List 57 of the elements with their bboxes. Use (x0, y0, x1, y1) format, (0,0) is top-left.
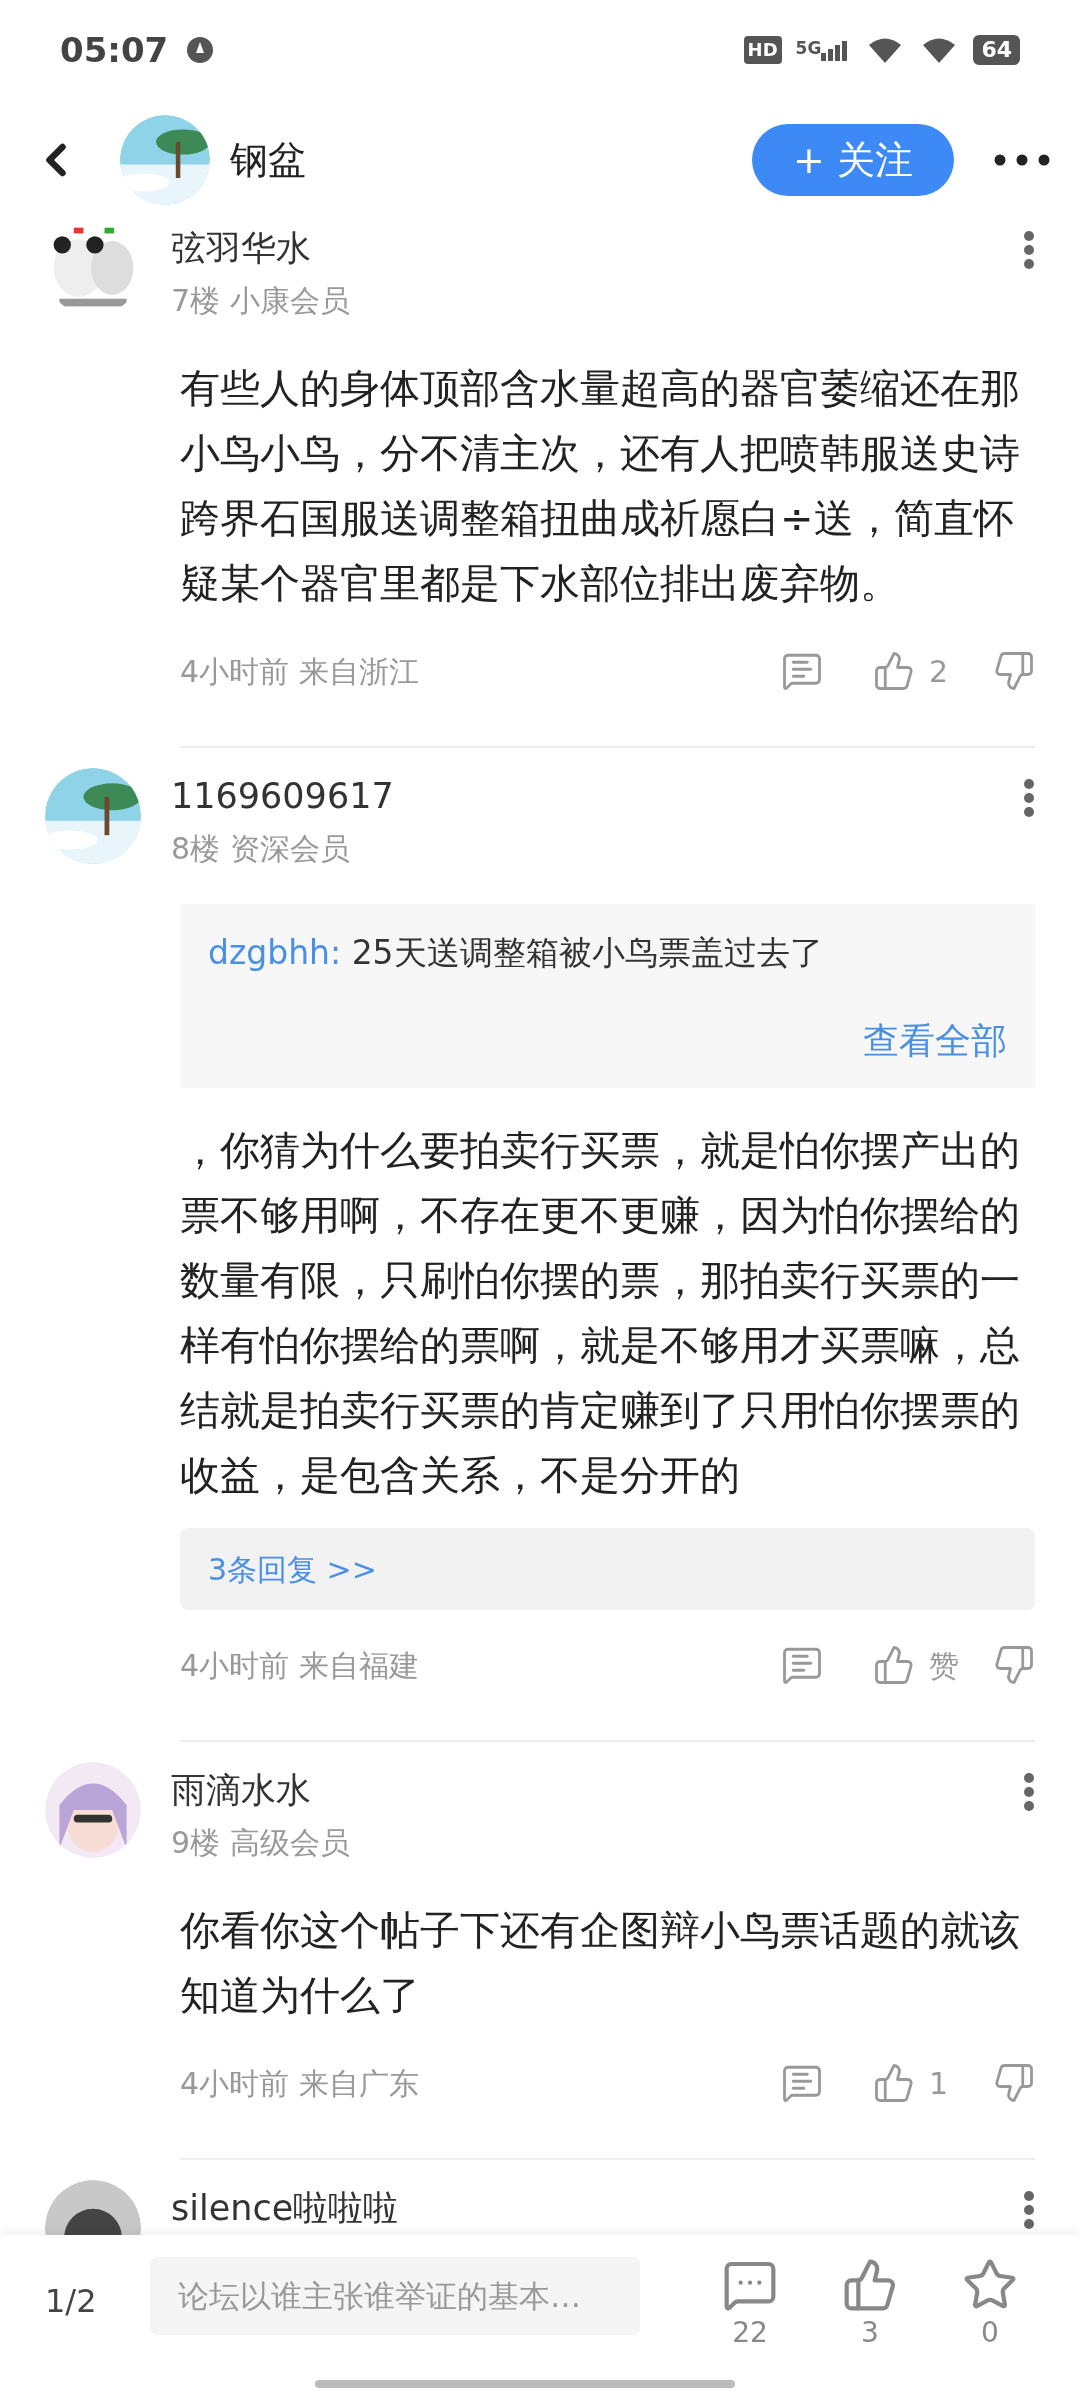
more-button[interactable] (994, 154, 1050, 166)
page-indicator[interactable]: 1/2 (45, 2277, 150, 2325)
author-name[interactable]: 雨滴水水 (171, 1762, 1023, 1818)
comment-text: 有些人的身体顶部含水量超高的器官萎缩还在那小鸟小鸟，分不清主次，还有人把喷韩服送史诗跨界石国服送调整箱扭曲成祈愿白÷送，简直怀疑某个器官里都是下水部位排出废弃物。 (180, 364, 1021, 608)
post-location: 来自福建 (299, 1646, 420, 1685)
view-all-link[interactable]: 查看全部 (863, 1016, 1007, 1066)
like-button[interactable]: 赞 (873, 1642, 983, 1688)
author-name[interactable]: 弦羽华水 (171, 220, 1023, 276)
replies-link[interactable]: 3条回复 >> (180, 1528, 1035, 1610)
quoted-user[interactable]: dzgbhh: (208, 933, 342, 972)
quoted-text: 25天送调整箱被小鸟票盖过去了 (351, 933, 823, 972)
thumbs-down-icon (993, 2062, 1035, 2104)
more-icon (994, 154, 1050, 166)
more-icon (1023, 230, 1035, 270)
thumbs-up-icon (873, 1644, 915, 1686)
more-icon (1023, 1772, 1035, 1812)
hd-icon: HD (743, 36, 782, 64)
author-name[interactable]: silence啦啦啦 (171, 2180, 1023, 2235)
dislike-button[interactable] (993, 1644, 1035, 1686)
comments-button[interactable]: 22 (705, 2257, 795, 2353)
member-rank: 资深会员 (230, 830, 351, 868)
floor-number: 9楼 (171, 1824, 221, 1862)
comment-input[interactable]: 论坛以谁主张谁举证的基本… (150, 2257, 640, 2335)
like-button[interactable]: 1 (873, 2060, 983, 2106)
signal-icon (821, 39, 850, 61)
member-rank: 高级会员 (230, 1824, 351, 1862)
floor-number: 8楼 (171, 830, 221, 868)
author-name[interactable]: 1169609617 (171, 768, 1023, 824)
thumbs-up-icon (842, 2257, 898, 2313)
thumbs-up-icon (873, 2062, 915, 2104)
thumbs-down-icon (993, 1644, 1035, 1686)
favorite-button[interactable]: 0 (945, 2257, 1035, 2353)
post-location: 来自浙江 (299, 652, 420, 691)
post-time: 4小时前 (180, 1646, 290, 1685)
app-notification-icon (186, 36, 215, 64)
post-location: 来自广东 (299, 2064, 420, 2103)
comment-text: 你看你这个帖子下还有企图辩小鸟票话题的就该知道为什么了 (180, 1906, 1021, 2020)
more-icon (1023, 778, 1035, 818)
network-label: 5G (795, 39, 822, 57)
member-rank: 小康会员 (230, 282, 351, 320)
more-icon (1023, 2190, 1035, 2230)
post-time: 4小时前 (180, 652, 290, 691)
wifi-icon (867, 36, 904, 64)
status-time: 05:07 (60, 28, 169, 72)
follow-button[interactable]: + 关注 (752, 124, 954, 196)
dislike-button[interactable] (993, 650, 1035, 692)
post-time: 4小时前 (180, 2064, 290, 2103)
dislike-button[interactable] (993, 2062, 1035, 2104)
thumbs-down-icon (993, 650, 1035, 692)
thumbs-up-icon (873, 650, 915, 692)
wifi-icon (921, 36, 958, 64)
battery-icon: 64 (973, 35, 1020, 65)
like-button[interactable]: 2 (873, 648, 983, 694)
poster-name: 钢盆 (230, 136, 306, 184)
comment-text: ，你猜为什么要拍卖行买票，就是怕你摆产出的票不够用啊，不存在更不更赚，因为怕你摆给的数量有限，只刷怕你摆的票，那拍卖行买票的一样有怕你摆给的票啊，就是不够用才买票嘛，总结就是拍卖行买票的肯定赚到了只用怕你摆票的收益，是包含关系，不是分开的 (180, 1126, 1021, 1500)
like-button[interactable]: 3 (825, 2257, 915, 2353)
floor-number: 7楼 (171, 282, 221, 320)
